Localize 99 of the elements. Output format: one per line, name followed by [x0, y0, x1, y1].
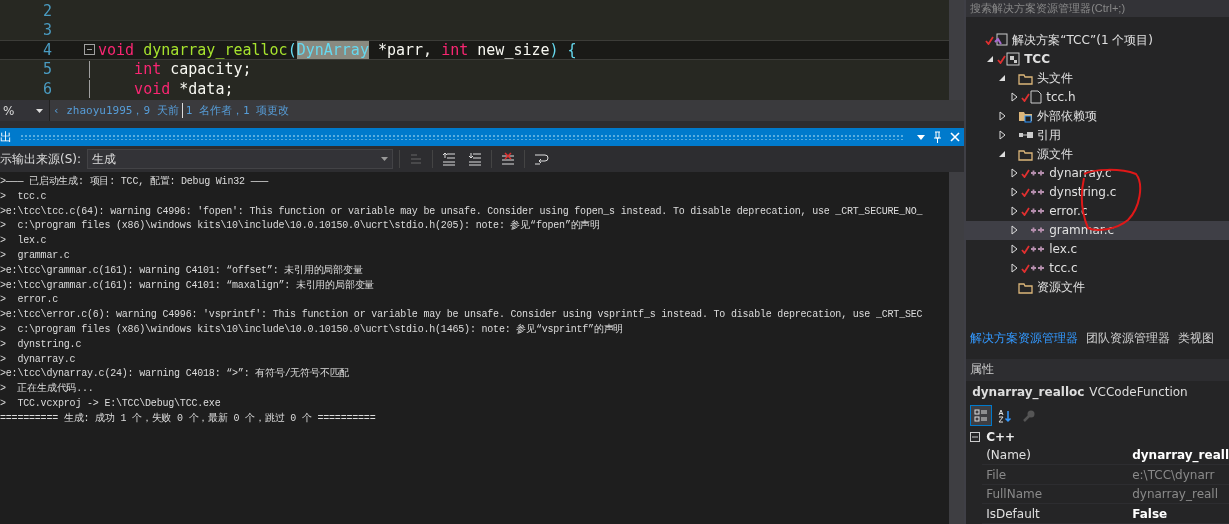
- author-link[interactable]: ‹ zhaoyu1995，9 天前: [50, 103, 182, 118]
- tree-item[interactable]: grammar.c: [966, 220, 1229, 240]
- tree-item[interactable]: 解决方案“TCC”(1 个项目): [966, 30, 1229, 50]
- code-line: void dynarray_realloc(DynArray *parr, int new_size) {: [98, 40, 577, 59]
- panel-title: 属性: [970, 361, 995, 379]
- output-line: ========== 生成: 成功 1 个，失败 0 个，最新 0 个，跳过 0 个 ==========: [0, 411, 377, 426]
- tree-item[interactable]: tcc.c: [966, 258, 1229, 278]
- list-icon: [409, 152, 424, 166]
- output-line: >e:\tcc\grammar.c(161): warning C4101: “offset”: 未引用的局部变量: [0, 263, 364, 278]
- cpp-file-icon: [1030, 244, 1046, 255]
- cpp-file-icon: [1030, 225, 1046, 236]
- property-name: File: [985, 467, 1008, 482]
- changes-link[interactable]: 1 名作者，1 项更改: [182, 103, 293, 118]
- list-up-icon: [442, 152, 457, 166]
- output-line: >e:\tcc\tcc.c(64): warning C4996: 'fopen': This function or variable may be unsafe. Consider using fopen_s instead. To disable deprecation, use _CRT_SECURE_NO_: [0, 204, 924, 219]
- solution-icon: [994, 33, 1009, 48]
- folder-icon: [1018, 280, 1034, 294]
- source-label: 示输出来源(S):: [0, 150, 82, 168]
- tree-item[interactable]: 外部依赖项: [966, 106, 1229, 126]
- tree-item[interactable]: lex.c: [966, 239, 1229, 259]
- cpp-file-icon: [1030, 263, 1046, 274]
- output-line: > error.c: [0, 293, 59, 308]
- panel-tab[interactable]: 解决方案资源管理器: [966, 330, 1083, 346]
- search-field[interactable]: 搜索解决方案资源管理器(Ctrl+;): [966, 0, 1229, 17]
- source-dropdown[interactable]: 生成: [87, 149, 394, 169]
- line-number: 5: [41, 60, 52, 79]
- list-down-icon: [468, 152, 483, 166]
- caret-icon: [381, 157, 389, 161]
- caret-icon: [917, 134, 926, 140]
- collapsed-icon: [1010, 168, 1018, 179]
- pin-icon: [933, 131, 943, 143]
- output-line: >e:\tcc\dynarray.c(24): warning C4018: “>”: 有符号/无符号不匹配: [0, 367, 351, 382]
- output-line: > c:\program files (x86)\windows kits\10\include\10.0.10150.0\ucrt\stdio.h(1465): note: 参见“vsprintf”的声明: [0, 322, 625, 337]
- tree-item[interactable]: dynarray.c: [966, 163, 1229, 183]
- panel-tab[interactable]: 团队资源管理器: [1082, 330, 1175, 346]
- folder-icon: [1018, 147, 1034, 161]
- object-type: VCCodeFunction: [1089, 385, 1188, 400]
- clear-list-icon: [501, 152, 516, 166]
- output-line: >e:\tcc\grammar.c(161): warning C4101: “maxalign”: 未引用的局部变量: [0, 278, 376, 293]
- output-line: > dynstring.c: [0, 337, 83, 352]
- line-number: 2: [41, 1, 52, 20]
- collapsed-icon: [1010, 206, 1018, 217]
- output-line: > c:\program files (x86)\windows kits\10\include\10.0.10150.0\ucrt\stdio.h(205): note: 参见“fopen”的声明: [0, 219, 602, 234]
- line-number: 4: [41, 40, 52, 59]
- collapsed-icon: [998, 111, 1006, 122]
- collapsed-icon: [998, 130, 1006, 141]
- object-name: dynarray_realloc: [972, 385, 1085, 400]
- panel-title: 出: [0, 128, 12, 146]
- collapsed-icon: [1010, 225, 1018, 236]
- output-line: > dynarray.c: [0, 352, 77, 367]
- output-line: > 正在生成代码...: [0, 382, 95, 397]
- folder-icon: [1018, 71, 1034, 85]
- collapse-icon[interactable]: [84, 44, 95, 56]
- panel-tab[interactable]: 类视图: [1174, 330, 1219, 346]
- code-editor[interactable]: 2 3 4 void dynarray_realloc(DynArray *parr, int new_size) { 5 int capacity; 6 void *data;: [0, 0, 965, 100]
- tree-item[interactable]: 资源文件: [966, 277, 1229, 297]
- tree-item[interactable]: 源文件: [966, 144, 1229, 164]
- cpp-file-icon: [1030, 206, 1046, 217]
- output-line: >——— 已启动生成: 项目: TCC, 配置: Debug Win32 ———: [0, 175, 270, 189]
- property-name: (Name): [985, 448, 1032, 463]
- property-name: FullName: [985, 487, 1044, 502]
- file-icon: [1030, 90, 1043, 105]
- output-line: > tcc.c: [0, 189, 48, 204]
- collapsed-icon: [1010, 187, 1018, 198]
- tree-item[interactable]: 引用: [966, 125, 1229, 145]
- caret-icon: [36, 108, 43, 113]
- collapsed-icon: [1010, 244, 1018, 255]
- output-line: > lex.c: [0, 234, 48, 249]
- categorized-icon: [974, 408, 989, 423]
- output-line: >e:\tcc\error.c(6): warning C4996: 'vsprintf': This function or variable may be unsafe. Consider using vsprintf_s instead. To disable deprecation, use _CRT_SEC: [0, 308, 924, 323]
- collapsed-icon: [1010, 263, 1018, 274]
- output-line: > grammar.c: [0, 249, 71, 263]
- cpp-file-icon: [1030, 168, 1046, 179]
- code-line: void *data;: [133, 79, 234, 98]
- property-value: dynarray_reall: [1132, 448, 1229, 463]
- tree-item[interactable]: tcc.h: [966, 87, 1229, 107]
- output-line: > TCC.vcxproj -> E:\TCC\Debug\TCC.exe: [0, 396, 222, 411]
- cpp-file-icon: [1030, 187, 1046, 198]
- property-value: e:\TCC\dynarr: [1132, 467, 1216, 482]
- collapse-icon[interactable]: [970, 431, 981, 442]
- references-icon: [1018, 130, 1034, 141]
- collapsed-icon: [1010, 92, 1018, 103]
- categorized-button[interactable]: [970, 405, 993, 427]
- line-number: 3: [41, 21, 52, 40]
- property-value: False: [1132, 506, 1169, 521]
- category-label: C++: [986, 429, 1016, 444]
- close-icon: [950, 132, 961, 142]
- wrench-icon: [1022, 408, 1037, 423]
- folder-icon: [1018, 109, 1034, 124]
- sort-az-icon: [998, 408, 1013, 423]
- project-icon: [1006, 52, 1021, 67]
- line-number: 6: [41, 79, 52, 98]
- zoom-dropdown[interactable]: %: [0, 100, 50, 121]
- property-name: IsDefault: [985, 506, 1041, 521]
- tree-item[interactable]: 头文件: [966, 68, 1229, 88]
- wrap-icon: [534, 152, 551, 166]
- property-value: dynarray_reall: [1132, 487, 1220, 502]
- code-line: int capacity;: [133, 60, 252, 79]
- tree-item[interactable]: TCC: [966, 49, 1229, 69]
